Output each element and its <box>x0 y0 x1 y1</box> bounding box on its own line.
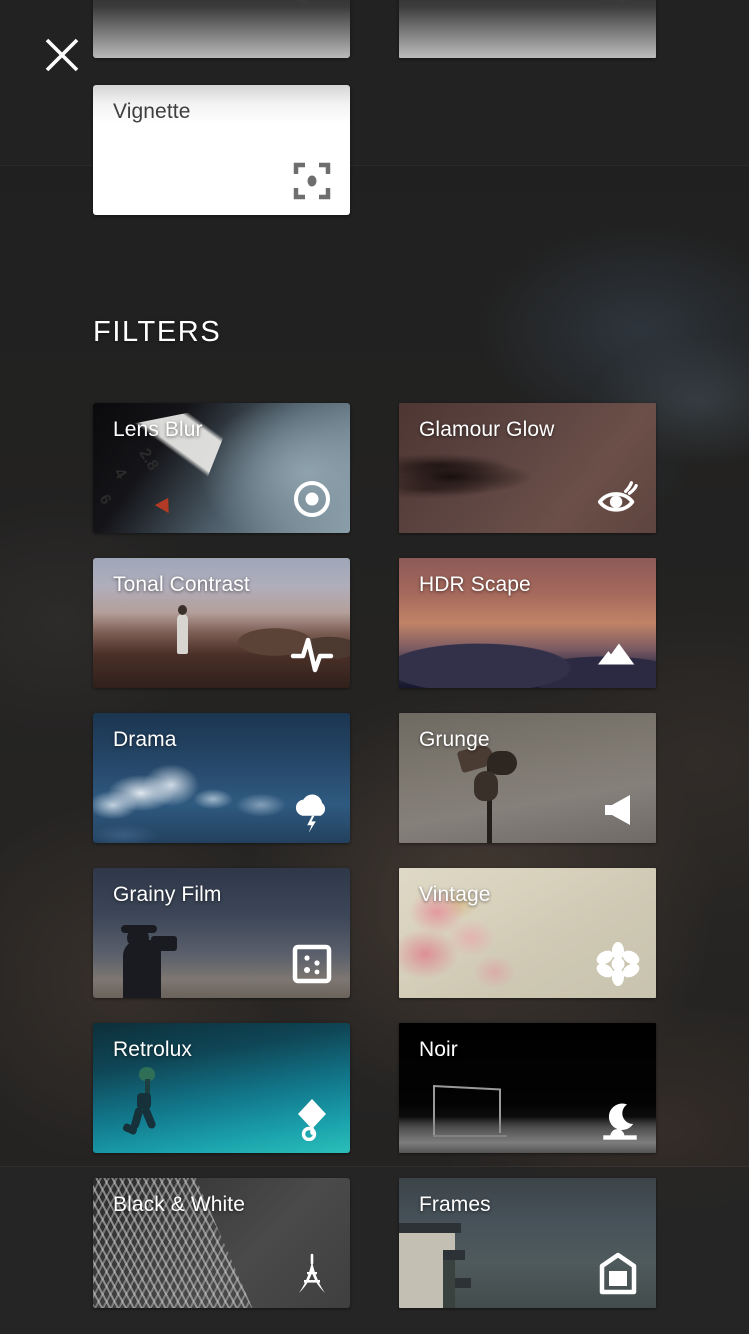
eiffel-tower-icon <box>290 1252 334 1296</box>
close-icon <box>45 38 79 72</box>
filter-card-noir[interactable]: Noir <box>399 1023 656 1153</box>
grain-square-icon <box>290 942 334 986</box>
tool-card-label: Vignette <box>113 100 191 123</box>
filter-card-label: HDR Scape <box>419 573 531 596</box>
tool-card-selective[interactable] <box>93 0 350 58</box>
filter-card-hdr-scape[interactable]: HDR Scape <box>399 558 656 688</box>
tool-card-healing[interactable] <box>399 0 656 58</box>
filter-card-lens-blur[interactable]: 4 2.8 6 Lens Blur <box>93 403 350 533</box>
eye-icon <box>596 477 640 521</box>
filter-card-label: Noir <box>419 1038 458 1061</box>
kite-icon <box>290 1097 334 1141</box>
vignette-icon <box>290 159 334 203</box>
storm-cloud-icon <box>290 787 334 832</box>
filter-card-label: Lens Blur <box>113 418 203 441</box>
filter-card-label: Black & White <box>113 1193 246 1216</box>
filter-card-frames[interactable]: Frames <box>399 1178 656 1308</box>
filter-card-label: Drama <box>113 728 177 751</box>
healing-icon <box>594 0 638 12</box>
filter-card-grainy-film[interactable]: Grainy Film <box>93 868 350 998</box>
filter-card-vintage[interactable]: Vintage <box>399 868 656 998</box>
filter-card-grunge[interactable]: Grunge <box>399 713 656 843</box>
filter-card-label: Vintage <box>419 883 491 906</box>
flower-icon <box>596 942 640 986</box>
tool-card-vignette[interactable]: Vignette <box>93 85 350 215</box>
selective-icon <box>286 0 330 8</box>
filter-card-label: Grainy Film <box>113 883 222 906</box>
filter-card-drama[interactable]: Drama <box>93 713 350 843</box>
filter-card-retrolux[interactable]: Retrolux <box>93 1023 350 1153</box>
filter-card-black-and-white[interactable]: Black & White <box>93 1178 350 1308</box>
mountains-icon <box>596 632 640 676</box>
filter-card-label: Glamour Glow <box>419 418 555 441</box>
filter-card-label: Tonal Contrast <box>113 573 250 596</box>
filter-card-label: Grunge <box>419 728 490 751</box>
waveform-icon <box>290 632 334 676</box>
filter-card-tonal-contrast[interactable]: Tonal Contrast <box>93 558 350 688</box>
page-title: FILTERS <box>93 316 222 348</box>
thumbnail-selective <box>93 0 350 58</box>
lens-blur-icon <box>290 477 334 521</box>
moon-icon <box>598 1101 642 1145</box>
filter-card-glamour-glow[interactable]: Glamour Glow <box>399 403 656 533</box>
filter-card-label: Frames <box>419 1193 491 1216</box>
close-button[interactable] <box>42 35 82 75</box>
filter-card-label: Retrolux <box>113 1038 192 1061</box>
picture-frame-icon <box>596 1252 640 1296</box>
megaphone-icon <box>596 787 640 831</box>
